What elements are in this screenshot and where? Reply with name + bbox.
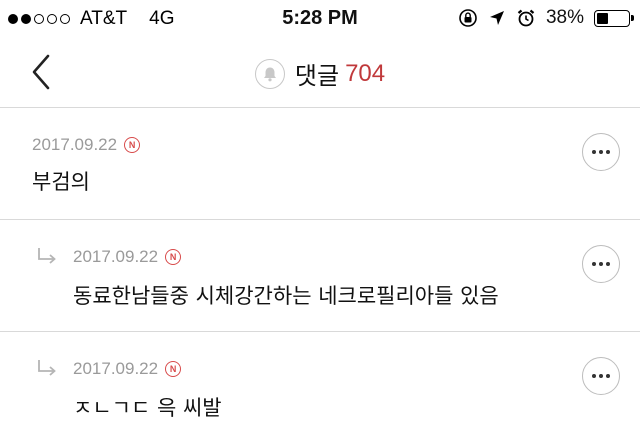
- comment-item: 2017.09.22 N 부검의: [0, 108, 640, 220]
- comment-date: 2017.09.22: [73, 359, 159, 378]
- status-right: 38%: [458, 7, 634, 29]
- status-bar: AT&T 4G 5:28 PM 38%: [0, 0, 640, 36]
- comment-count: 704: [345, 59, 386, 87]
- comment-date-row: 2017.09.22 N: [32, 135, 141, 155]
- comment-text: 부검의: [32, 170, 90, 194]
- comment-date: 2017.09.22: [73, 247, 159, 266]
- battery-percent: 38%: [545, 7, 584, 28]
- comment-date-row: 2017.09.22 N: [73, 247, 182, 267]
- new-badge-icon: N: [165, 361, 182, 377]
- more-options-button[interactable]: [582, 133, 620, 171]
- more-options-button[interactable]: [582, 245, 620, 283]
- comments-title: 댓글: [294, 62, 340, 90]
- reply-arrow-icon: [38, 248, 56, 264]
- bell-icon[interactable]: [254, 58, 285, 89]
- comment-date-row: 2017.09.22 N: [73, 359, 182, 379]
- reply-item: 2017.09.22 N 동료한남들중 시체강간하는 네크로필리아들 있음: [0, 220, 640, 332]
- comment-text: 동료한남들중 시체강간하는 네크로필리아들 있음: [73, 284, 499, 308]
- battery-icon: [594, 9, 634, 27]
- reply-item: 2017.09.22 N ㅈㄴㄱㄷ 윽 씨발: [0, 332, 640, 443]
- orientation-lock-icon: [459, 9, 477, 27]
- more-options-button[interactable]: [582, 357, 620, 395]
- alarm-icon: [517, 9, 535, 27]
- new-badge-icon: N: [124, 137, 141, 153]
- comment-text: ㅈㄴㄱㄷ 윽 씨발: [73, 396, 222, 420]
- reply-arrow-icon: [38, 360, 56, 376]
- new-badge-icon: N: [165, 249, 182, 265]
- navigation-bar: 댓글 704: [0, 36, 640, 108]
- location-arrow-icon: [489, 11, 504, 25]
- page-title: 댓글 704: [0, 56, 640, 91]
- comment-date: 2017.09.22: [32, 135, 118, 154]
